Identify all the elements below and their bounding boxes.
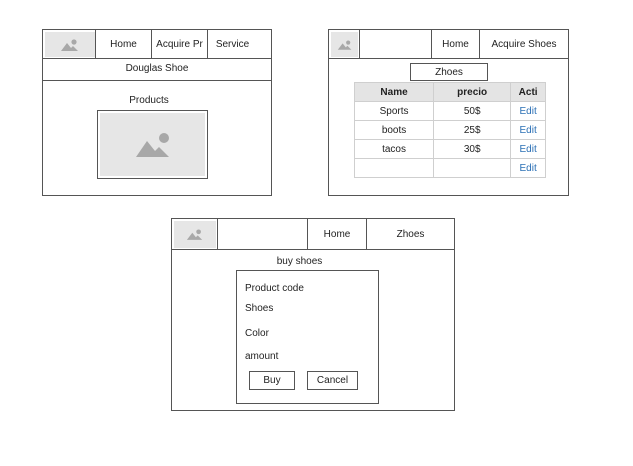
product-image-placeholder [100,113,205,176]
mockup-home-page: Home Acquire Pr Service Douglas Shoe Pro… [42,29,272,196]
shoes-table: Name precio Acti Sports 50$ Edit boots 2… [353,82,546,178]
col-header-name: Name [353,82,435,102]
header-divider [43,58,271,59]
image-icon [61,38,78,51]
section-heading-box: Zhoes [410,63,488,81]
table-header-row: Name precio Acti [353,82,546,102]
logo-image-placeholder [331,32,358,57]
edit-link[interactable]: Edit [510,120,546,140]
table-row: Edit [353,158,546,178]
header-divider [329,58,568,59]
cell-price: 25$ [433,120,512,140]
cell-name: boots [353,120,435,140]
buy-button[interactable]: Buy [249,371,295,390]
col-header-price: precio [433,82,512,102]
edit-link[interactable]: Edit [510,139,546,159]
cell-name [353,158,435,178]
image-icon [186,229,203,240]
nav-service[interactable]: Service [207,30,257,58]
cell-price: 50$ [433,101,512,121]
image-icon [337,40,351,50]
header-divider [172,249,454,250]
logo-image-placeholder [174,221,216,248]
nav-home[interactable]: Home [95,30,151,58]
product-image-frame [97,110,208,179]
edit-link[interactable]: Edit [510,101,546,121]
mockup-buy-page: Home Zhoes buy shoes Product code Shoes … [171,218,455,411]
nav-home[interactable]: Home [431,30,479,58]
logo-divider [217,219,218,249]
page-title: buy shoes [276,256,323,267]
title-divider [43,80,271,81]
table-row: tacos 30$ Edit [353,139,546,159]
col-header-actions: Acti [510,82,546,102]
field-label-color: Color [245,328,269,339]
cell-price [433,158,512,178]
edit-link[interactable]: Edit [510,158,546,178]
nav-zhoes[interactable]: Zhoes [366,219,454,249]
cell-name: Sports [353,101,435,121]
logo-divider [359,30,360,58]
image-icon [135,132,169,157]
section-heading: Zhoes [435,66,463,78]
logo-image-placeholder [45,32,95,57]
purchase-form: Product code Shoes Color amount Buy Canc… [236,270,379,404]
table-row: boots 25$ Edit [353,120,546,140]
products-label: Products [129,95,169,106]
mockup-shoes-list-page: Home Acquire Shoes Zhoes Name precio Act… [328,29,569,196]
nav-home[interactable]: Home [307,219,366,249]
nav-acquire-shoes[interactable]: Acquire Shoes [479,30,568,58]
table-row: Sports 50$ Edit [353,101,546,121]
field-label-amount: amount [245,351,279,362]
site-title: Douglas Shoe [125,63,189,74]
cancel-button[interactable]: Cancel [307,371,358,390]
nav-acquire-products[interactable]: Acquire Pr [151,30,207,58]
field-label-shoes: Shoes [245,303,274,314]
cell-price: 30$ [433,139,512,159]
cell-name: tacos [353,139,435,159]
field-label-product-code: Product code [245,283,304,294]
